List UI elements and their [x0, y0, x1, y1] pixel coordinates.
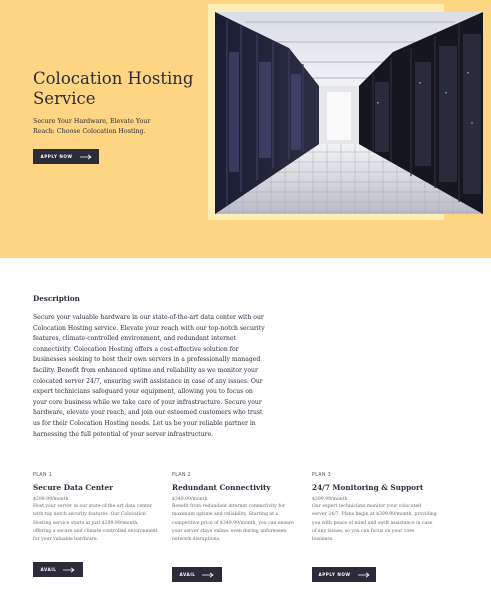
hero-subtitle: Secure Your Hardware, Elevate Your Reach…	[33, 118, 151, 135]
apply-now-button[interactable]: APPLY NOW	[33, 149, 99, 164]
apply-now-label: APPLY NOW	[318, 572, 351, 577]
server-room-image	[215, 12, 483, 214]
arrow-right-icon	[79, 153, 92, 160]
plan-card: PLAN 1 Secure Data Center $299.99/month …	[33, 473, 158, 544]
plan-price: $349.99/month	[172, 497, 208, 502]
plan-card: PLAN 3 24/7 Monitoring & Support $399.99…	[312, 473, 437, 544]
plan-description: Host your server in our state-of-the-art…	[33, 504, 158, 543]
plan-title: 24/7 Monitoring & Support	[312, 483, 424, 492]
plan-description: Our expert technicians monitor your colo…	[312, 504, 437, 543]
apply-now-button[interactable]: APPLY NOW	[312, 567, 376, 582]
plan-number: PLAN 2	[172, 473, 191, 478]
plan-price: $299.99/month	[33, 497, 69, 502]
avail-label: AVAIL	[179, 572, 196, 577]
plan-description: Benefit from redundant internet connecti…	[172, 504, 294, 543]
arrow-right-icon	[357, 571, 370, 578]
page-title: Colocation Hosting Service	[33, 69, 194, 108]
description-heading: Description	[33, 294, 80, 303]
plan-title: Secure Data Center	[33, 483, 113, 492]
avail-button[interactable]: AVAIL	[172, 567, 222, 582]
avail-label: AVAIL	[40, 567, 57, 572]
arrow-right-icon	[63, 566, 76, 573]
plan-number: PLAN 3	[312, 473, 331, 478]
avail-button[interactable]: AVAIL	[33, 562, 83, 577]
plan-price: $399.99/month	[312, 497, 348, 502]
hero-section: Colocation Hosting Service Secure Your H…	[0, 0, 491, 258]
apply-now-label: APPLY NOW	[40, 154, 73, 159]
description-body: Secure your valuable hardware in our sta…	[33, 314, 265, 438]
plan-number: PLAN 1	[33, 473, 52, 478]
plan-title: Redundant Connectivity	[172, 483, 271, 492]
plan-card: PLAN 2 Redundant Connectivity $349.99/mo…	[172, 473, 297, 544]
arrow-right-icon	[202, 571, 215, 578]
